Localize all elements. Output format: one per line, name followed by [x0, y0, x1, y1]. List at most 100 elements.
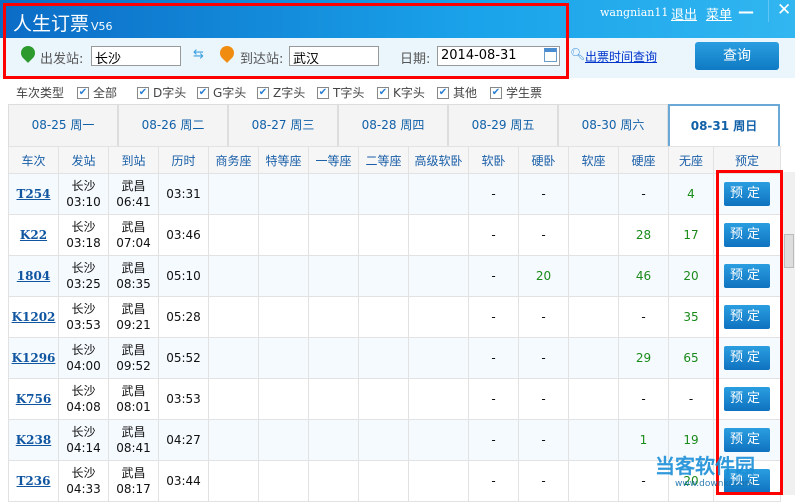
table-cell — [258, 255, 309, 297]
table-cell — [258, 337, 309, 379]
table-cell — [568, 296, 619, 338]
tab-date[interactable]: 08-25 周一 — [8, 104, 118, 146]
seat-count-yw: - — [541, 187, 546, 201]
table-cell — [358, 460, 409, 502]
departure-time: 04:14 — [66, 441, 101, 455]
date-tabs: 08-25 周一 08-26 周二 08-27 周三 08-28 周四 08-2… — [8, 104, 780, 146]
departure-time: 03:10 — [66, 195, 101, 209]
filter-z[interactable]: ✔ Z字头 — [257, 84, 305, 101]
checkbox-checked-icon[interactable]: ✔ — [137, 86, 149, 99]
table-cell: K1296 — [8, 337, 59, 379]
duration: 05:52 — [166, 351, 201, 365]
table-cell: 武昌 09:52 — [108, 337, 159, 379]
table-cell — [568, 337, 619, 379]
table-cell: - — [518, 378, 569, 420]
table-row: T254 长沙 03:10 武昌 06:41 03:31- - -4 预定 — [8, 173, 781, 215]
train-number-link[interactable]: K1202 — [12, 310, 56, 324]
table-cell: 05:52 — [158, 337, 209, 379]
train-number-link[interactable]: T236 — [17, 474, 51, 488]
seat-count-wz: 35 — [683, 310, 699, 324]
checkbox-checked-icon[interactable]: ✔ — [317, 86, 329, 99]
from-station: 长沙 — [71, 425, 96, 439]
scrollbar[interactable] — [781, 172, 795, 495]
logout-link[interactable]: 退出 — [671, 4, 697, 23]
close-button[interactable]: ✕ — [768, 0, 791, 22]
train-number-link[interactable]: K756 — [16, 392, 51, 406]
query-button[interactable]: 查询 — [695, 42, 779, 70]
filter-text: Z字头 — [273, 86, 306, 100]
filter-g[interactable]: ✔ G字头 — [197, 84, 246, 101]
table-cell — [208, 255, 259, 297]
tab-date[interactable]: 08-26 周二 — [118, 104, 228, 146]
seat-count-yw: - — [541, 351, 546, 365]
from-station: 长沙 — [71, 302, 96, 316]
seat-count-yz: 1 — [639, 433, 648, 447]
train-number-link[interactable]: K238 — [16, 433, 51, 447]
search-icon: 🔍︎ — [570, 47, 586, 61]
table-cell — [408, 296, 469, 338]
tab-date[interactable]: 08-28 周四 — [338, 104, 448, 146]
table-cell: 长沙 04:00 — [58, 337, 109, 379]
train-number-link[interactable]: 1804 — [17, 269, 50, 283]
ticket-time-query-link[interactable]: 出票时间查询 — [585, 48, 657, 65]
checkbox-checked-icon[interactable]: ✔ — [77, 86, 89, 99]
table-cell — [258, 460, 309, 502]
table-cell — [358, 419, 409, 461]
filter-k[interactable]: ✔ K字头 — [377, 84, 425, 101]
table-cell: 长沙 03:25 — [58, 255, 109, 297]
departure-time: 04:08 — [66, 400, 101, 414]
train-number-link[interactable]: K1296 — [12, 351, 56, 365]
filter-student[interactable]: ✔ 学生票 — [490, 84, 542, 101]
train-table: 车次 发站 到站 历时 商务座 特等座 一等座 二等座 高级软卧 软卧 硬卧 软座 硬座 无座 预定 T25… — [8, 146, 781, 502]
scrollbar-thumb[interactable] — [784, 234, 794, 268]
arrival-time: 06:41 — [116, 195, 151, 209]
duration: 03:46 — [166, 228, 201, 242]
table-cell — [258, 419, 309, 461]
checkbox-checked-icon[interactable]: ✔ — [490, 86, 502, 99]
filter-other[interactable]: ✔ 其他 — [437, 84, 477, 101]
tab-date-active[interactable]: 08-31 周日 — [668, 104, 780, 146]
table-cell: 长沙 04:33 — [58, 460, 109, 502]
checkbox-checked-icon[interactable]: ✔ — [197, 86, 209, 99]
seat-count-yz: 28 — [635, 228, 652, 242]
table-cell: 1804 — [8, 255, 59, 297]
table-cell — [358, 173, 409, 215]
table-cell — [568, 255, 619, 297]
train-type-filters: 车次类型 ✔ 全部 ✔ D字头 ✔ G字头 ✔ Z字头 ✔ T字头 ✔ K字头 ✔ 其他 ✔ 学… — [0, 80, 795, 102]
tab-date[interactable]: 08-29 周五 — [448, 104, 558, 146]
table-cell — [408, 460, 469, 502]
tab-date[interactable]: 08-30 周六 — [558, 104, 668, 146]
to-station: 武昌 — [121, 384, 146, 398]
table-cell: - — [668, 378, 714, 420]
table-cell: - — [468, 378, 519, 420]
table-cell — [308, 296, 359, 338]
table-cell: 武昌 08:41 — [108, 419, 159, 461]
seat-count-wz: 20 — [683, 269, 699, 283]
table-cell: - — [468, 296, 519, 338]
tab-date[interactable]: 08-27 周三 — [228, 104, 338, 146]
table-cell: 65 — [668, 337, 714, 379]
table-cell: 03:46 — [158, 214, 209, 256]
table-cell — [308, 337, 359, 379]
filter-all[interactable]: ✔ 全部 — [77, 84, 117, 101]
train-number-link[interactable]: K22 — [20, 228, 47, 242]
from-station: 长沙 — [71, 384, 96, 398]
train-number-link[interactable]: T254 — [17, 187, 51, 201]
table-cell — [308, 214, 359, 256]
checkbox-checked-icon[interactable]: ✔ — [257, 86, 269, 99]
checkbox-checked-icon[interactable]: ✔ — [377, 86, 389, 99]
table-cell — [258, 296, 309, 338]
table-cell: 20 — [518, 255, 569, 297]
column-header: 车次 — [8, 146, 59, 174]
table-cell — [208, 173, 259, 215]
filter-text: G字头 — [213, 86, 247, 100]
checkbox-checked-icon[interactable]: ✔ — [437, 86, 449, 99]
seat-count-yw: - — [541, 310, 546, 324]
filter-t[interactable]: ✔ T字头 — [317, 84, 364, 101]
seat-count-rw: - — [491, 187, 496, 201]
menu-link[interactable]: 菜单 — [706, 4, 732, 23]
filter-d[interactable]: ✔ D字头 — [137, 84, 186, 101]
username: wangnian11 — [600, 6, 669, 19]
minimize-button[interactable]: — — [738, 2, 754, 21]
table-cell: 武昌 09:21 — [108, 296, 159, 338]
